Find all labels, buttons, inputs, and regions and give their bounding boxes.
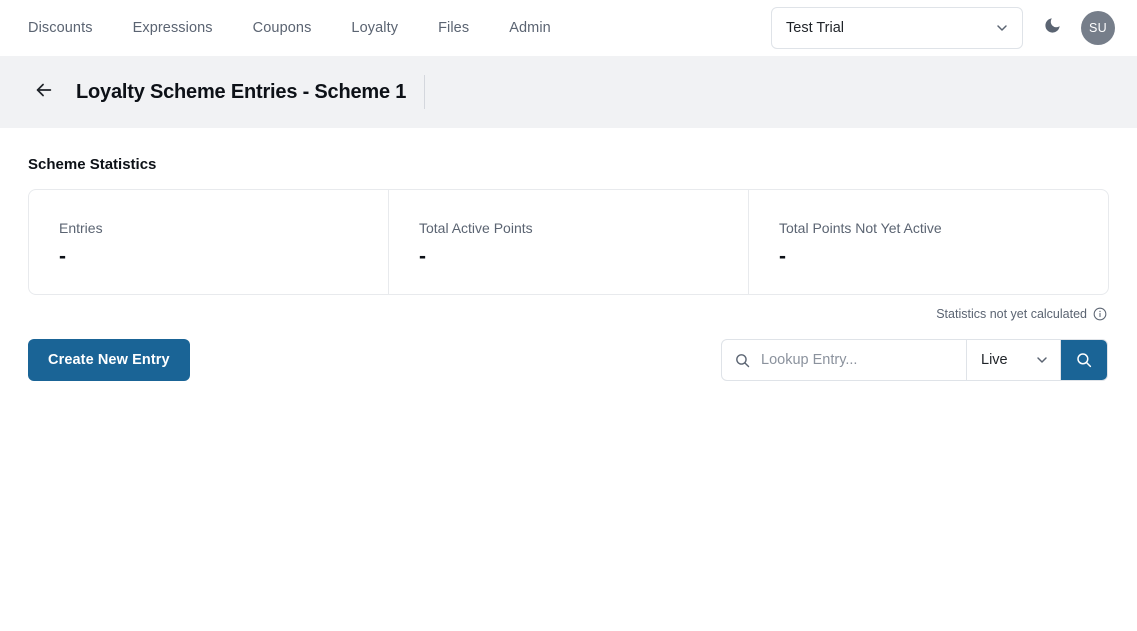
nav-link-discounts[interactable]: Discounts xyxy=(28,0,113,56)
search-mode-select[interactable]: Live xyxy=(967,340,1061,380)
section-title-scheme-statistics: Scheme Statistics xyxy=(28,156,1121,173)
top-navigation-bar: Discounts Expressions Coupons Loyalty Fi… xyxy=(0,0,1137,56)
main-nav: Discounts Expressions Coupons Loyalty Fi… xyxy=(0,0,571,56)
tenant-select[interactable]: Test Trial xyxy=(771,7,1023,49)
stat-label: Total Active Points xyxy=(419,220,748,236)
avatar[interactable]: SU xyxy=(1081,11,1115,45)
search-submit-button[interactable] xyxy=(1061,340,1107,380)
stat-value: - xyxy=(419,246,748,268)
nav-link-expressions[interactable]: Expressions xyxy=(113,0,233,56)
statistics-status-text: Statistics not yet calculated xyxy=(936,307,1087,321)
info-circle-icon[interactable] xyxy=(1093,307,1107,321)
action-row: Create New Entry Live xyxy=(28,339,1108,381)
search-field[interactable] xyxy=(722,340,967,380)
title-divider xyxy=(424,75,425,109)
stat-label: Total Points Not Yet Active xyxy=(779,220,1108,236)
arrow-left-icon xyxy=(33,79,55,106)
stat-total-points-not-yet-active: Total Points Not Yet Active - xyxy=(749,190,1108,294)
nav-link-files[interactable]: Files xyxy=(418,0,489,56)
stat-label: Entries xyxy=(59,220,388,236)
main-content: Scheme Statistics Entries - Total Active… xyxy=(0,156,1137,381)
search-mode-value: Live xyxy=(981,352,1034,368)
page-header: Loyalty Scheme Entries - Scheme 1 xyxy=(0,56,1137,128)
chevron-down-icon xyxy=(994,20,1010,36)
search-icon xyxy=(734,352,751,369)
avatar-initials: SU xyxy=(1089,21,1107,35)
stat-entries: Entries - xyxy=(29,190,389,294)
tenant-select-value: Test Trial xyxy=(786,20,994,36)
moon-icon xyxy=(1043,16,1062,40)
back-button[interactable] xyxy=(30,78,58,106)
nav-link-loyalty[interactable]: Loyalty xyxy=(331,0,418,56)
stat-total-active-points: Total Active Points - xyxy=(389,190,749,294)
nav-link-admin[interactable]: Admin xyxy=(489,0,571,56)
dark-mode-toggle[interactable] xyxy=(1037,13,1067,43)
chevron-down-icon xyxy=(1034,352,1050,368)
stat-value: - xyxy=(59,246,388,268)
entry-lookup-group: Live xyxy=(721,339,1108,381)
statistics-status-note: Statistics not yet calculated xyxy=(16,307,1107,321)
page-title: Loyalty Scheme Entries - Scheme 1 xyxy=(76,81,406,104)
topnav-right-group: Test Trial SU xyxy=(771,7,1125,49)
search-input[interactable] xyxy=(761,352,954,368)
search-icon xyxy=(1075,351,1093,369)
scheme-statistics-card: Entries - Total Active Points - Total Po… xyxy=(28,189,1109,295)
create-new-entry-button[interactable]: Create New Entry xyxy=(28,339,190,381)
nav-link-coupons[interactable]: Coupons xyxy=(233,0,332,56)
stat-value: - xyxy=(779,246,1108,268)
